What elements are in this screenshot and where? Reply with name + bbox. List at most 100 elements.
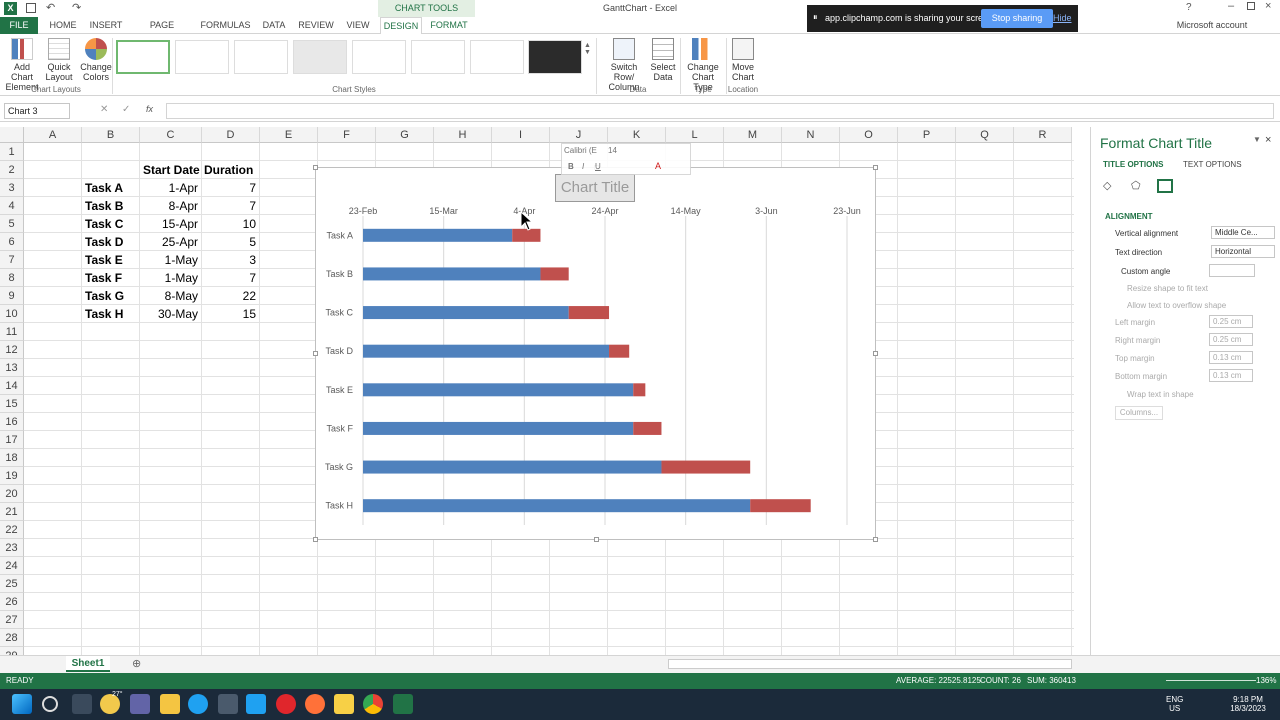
stop-sharing-button[interactable]: Stop sharing: [981, 9, 1053, 28]
start-offset-bar[interactable]: [363, 267, 541, 281]
select-data-button[interactable]: Select Data: [650, 38, 676, 82]
duration-bar[interactable]: [568, 306, 610, 320]
bold-icon[interactable]: B: [568, 162, 574, 171]
change-chart-type-button[interactable]: Change Chart Type: [683, 38, 723, 92]
row-header-12[interactable]: 12: [0, 341, 24, 359]
wrap-text-checkbox[interactable]: Wrap text in shape: [1127, 390, 1194, 399]
minimize-icon[interactable]: –: [1228, 0, 1234, 12]
start-offset-bar[interactable]: [363, 306, 569, 320]
allow-overflow-checkbox[interactable]: Allow text to overflow shape: [1127, 301, 1226, 310]
row-header-4[interactable]: 4: [0, 197, 24, 215]
chart-style-4[interactable]: [293, 40, 347, 74]
chart-style-3[interactable]: [234, 40, 288, 74]
chart-title[interactable]: Chart Title: [555, 174, 635, 202]
duration-bar[interactable]: [633, 383, 646, 397]
duration-cell[interactable]: 22: [202, 287, 256, 305]
task-name-cell[interactable]: Task B: [85, 197, 140, 215]
column-header-o[interactable]: O: [840, 127, 898, 143]
column-header-e[interactable]: E: [260, 127, 318, 143]
start-date-cell[interactable]: 8-Apr: [142, 197, 198, 215]
resize-handle-l[interactable]: [313, 351, 318, 356]
search-icon[interactable]: [42, 696, 58, 712]
columns-button[interactable]: Columns...: [1115, 406, 1163, 420]
task-name-cell[interactable]: Task D: [85, 233, 140, 251]
font-size-box[interactable]: 14: [608, 146, 624, 158]
duration-bar[interactable]: [609, 344, 630, 358]
column-header-n[interactable]: N: [782, 127, 840, 143]
firefox-icon[interactable]: [305, 694, 325, 714]
underline-icon[interactable]: U: [595, 162, 601, 171]
row-header-20[interactable]: 20: [0, 485, 24, 503]
column-header-f[interactable]: F: [318, 127, 376, 143]
change-colors-button[interactable]: Change Colors: [80, 38, 112, 82]
chart-style-7[interactable]: [470, 40, 524, 74]
row-header-22[interactable]: 22: [0, 521, 24, 539]
task-name-cell[interactable]: Task C: [85, 215, 140, 233]
quick-layout-button[interactable]: Quick Layout: [44, 38, 74, 82]
file-explorer-icon[interactable]: [160, 694, 180, 714]
gantt-chart[interactable]: 23-Feb 15-Mar 4-Apr 24-Apr 14-May 3-Jun 23-Jun…: [313, 165, 878, 542]
help-icon[interactable]: ?: [1186, 2, 1192, 13]
switch-row-column-button[interactable]: Switch Row/ Column: [600, 38, 648, 92]
italic-icon[interactable]: I: [582, 162, 584, 171]
tab-formulas[interactable]: FORMULAS: [198, 17, 253, 34]
hide-link[interactable]: Hide: [1053, 13, 1072, 23]
header-start-date[interactable]: Start Date: [143, 161, 200, 179]
resize-handle-r[interactable]: [873, 351, 878, 356]
task-name-cell[interactable]: Task A: [85, 179, 140, 197]
column-header-h[interactable]: H: [434, 127, 492, 143]
task-name-cell[interactable]: Task G: [85, 287, 140, 305]
column-header-c[interactable]: C: [140, 127, 202, 143]
app-l-icon[interactable]: [246, 694, 266, 714]
add-chart-element-button[interactable]: Add Chart Element: [2, 38, 42, 92]
duration-bar[interactable]: [633, 421, 662, 435]
duration-cell[interactable]: 7: [202, 179, 256, 197]
header-duration[interactable]: Duration: [204, 161, 253, 179]
chrome-icon[interactable]: [363, 694, 383, 714]
start-offset-bar[interactable]: [363, 460, 662, 474]
pane-options-icon[interactable]: ▼: [1253, 135, 1261, 144]
undo-icon[interactable]: ↶: [46, 1, 55, 14]
row-header-6[interactable]: 6: [0, 233, 24, 251]
row-header-15[interactable]: 15: [0, 395, 24, 413]
column-header-m[interactable]: M: [724, 127, 782, 143]
text-direction-select[interactable]: Horizontal: [1211, 245, 1275, 258]
sheet-tab-sheet1[interactable]: Sheet1: [66, 656, 110, 672]
font-color-icon[interactable]: A: [655, 161, 661, 171]
start-date-cell[interactable]: 15-Apr: [142, 215, 198, 233]
save-icon[interactable]: [26, 3, 36, 13]
opera-icon[interactable]: [276, 694, 296, 714]
tab-view[interactable]: VIEW: [342, 17, 374, 34]
row-header-2[interactable]: 2: [0, 161, 24, 179]
column-header-k[interactable]: K: [608, 127, 666, 143]
zoom-level[interactable]: 136%: [1256, 673, 1276, 689]
row-header-18[interactable]: 18: [0, 449, 24, 467]
select-all-corner[interactable]: [0, 127, 24, 143]
row-header-27[interactable]: 27: [0, 611, 24, 629]
row-header-19[interactable]: 19: [0, 467, 24, 485]
chart-style-8[interactable]: [528, 40, 582, 74]
resize-handle-tr[interactable]: [873, 165, 878, 170]
resize-shape-checkbox[interactable]: Resize shape to fit text: [1127, 284, 1208, 293]
formula-input[interactable]: [166, 103, 1274, 119]
language-indicator[interactable]: ENG US: [1166, 695, 1183, 713]
left-margin-input[interactable]: 0.25 cm: [1209, 315, 1253, 328]
bottom-margin-input[interactable]: 0.13 cm: [1209, 369, 1253, 382]
tab-home[interactable]: HOME: [44, 17, 82, 34]
resize-handle-bl[interactable]: [313, 537, 318, 542]
task-name-cell[interactable]: Task E: [85, 251, 140, 269]
vertical-alignment-select[interactable]: Middle Ce...: [1211, 226, 1275, 239]
start-offset-bar[interactable]: [363, 421, 634, 435]
fill-line-icon[interactable]: ◇: [1103, 179, 1119, 193]
duration-cell[interactable]: 7: [202, 269, 256, 287]
duration-bar[interactable]: [540, 267, 569, 281]
edge-icon[interactable]: [188, 694, 208, 714]
column-header-i[interactable]: I: [492, 127, 550, 143]
right-margin-input[interactable]: 0.25 cm: [1209, 333, 1253, 346]
enter-icon[interactable]: ✓: [122, 104, 130, 115]
column-header-r[interactable]: R: [1014, 127, 1072, 143]
resize-handle-tl[interactable]: [313, 165, 318, 170]
restore-icon[interactable]: [1247, 2, 1255, 10]
tab-text-options[interactable]: TEXT OPTIONS: [1183, 160, 1242, 169]
column-header-q[interactable]: Q: [956, 127, 1014, 143]
